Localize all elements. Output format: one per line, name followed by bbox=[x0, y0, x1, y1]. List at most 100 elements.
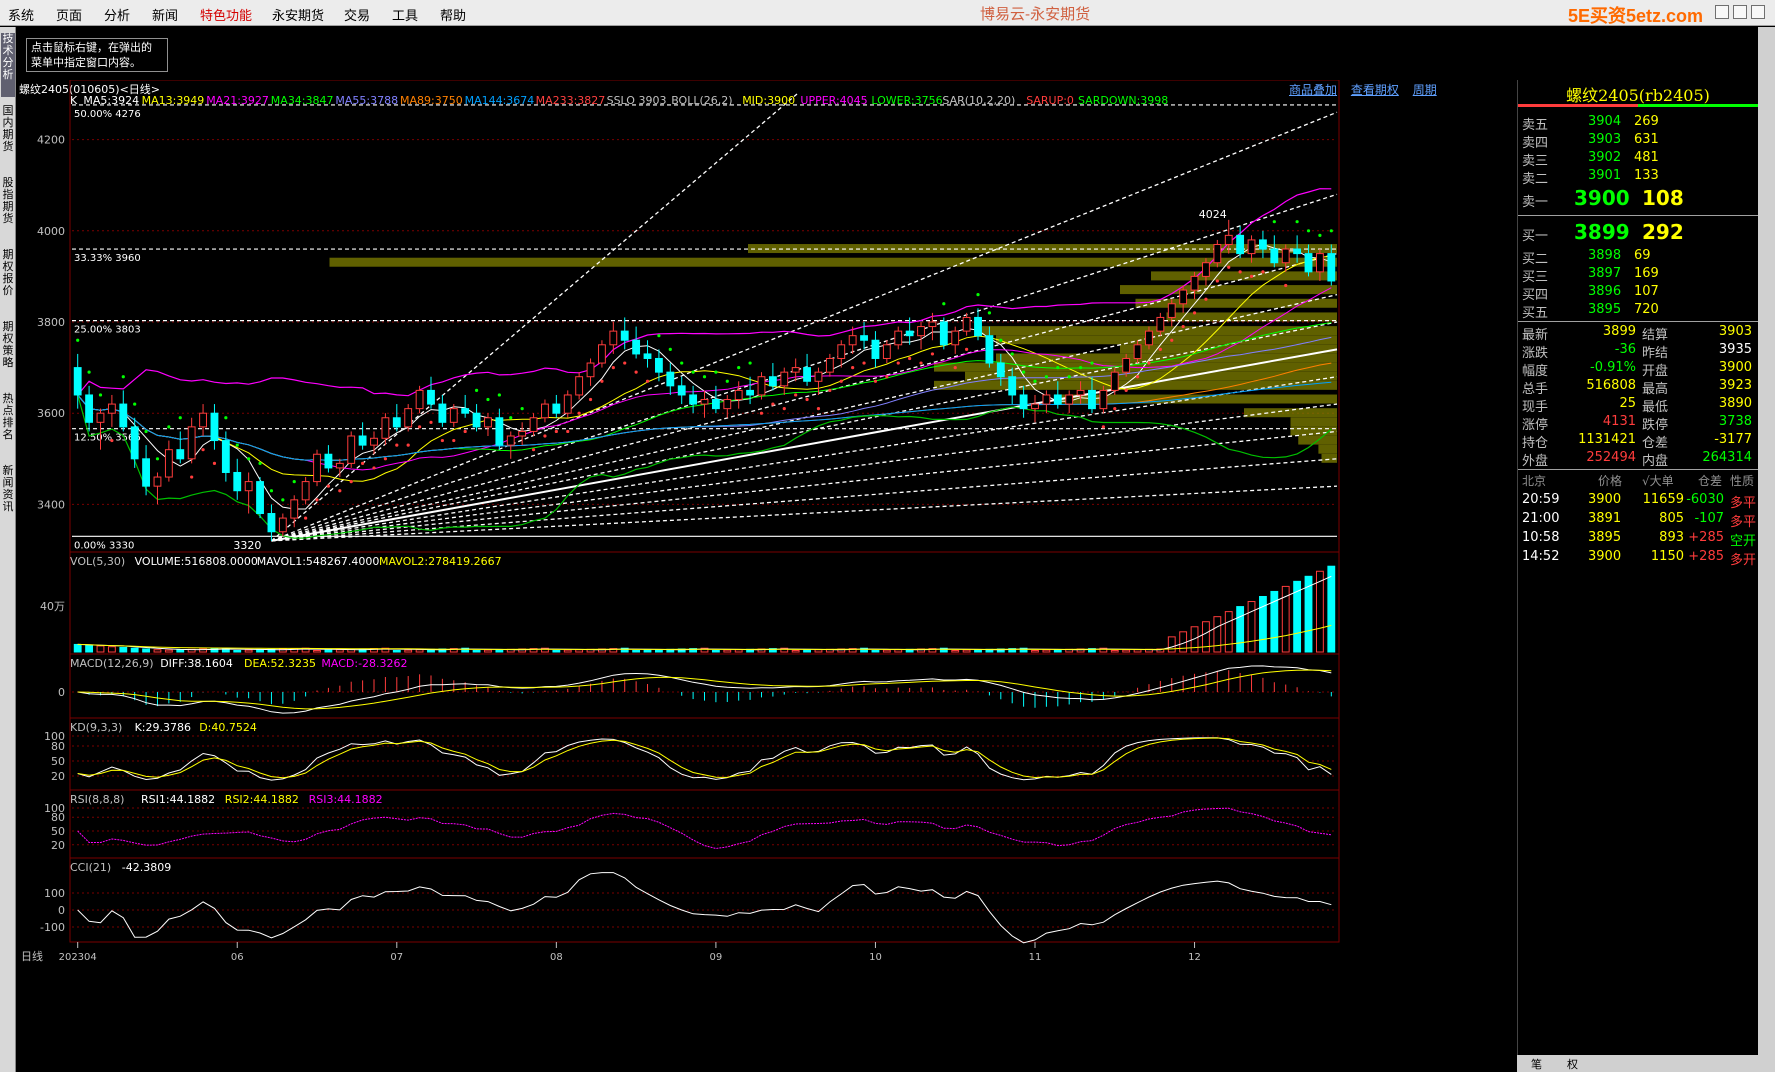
candle-body[interactable] bbox=[415, 389, 424, 410]
candle-body[interactable] bbox=[586, 362, 595, 378]
candle-body[interactable] bbox=[347, 435, 356, 464]
candle-body[interactable] bbox=[506, 435, 515, 446]
candle-body[interactable] bbox=[1224, 234, 1233, 245]
candle-body[interactable] bbox=[1247, 239, 1256, 255]
left-tab-1[interactable]: 国内期货 bbox=[1, 105, 15, 169]
candle-body[interactable] bbox=[757, 376, 766, 396]
candle-body[interactable] bbox=[256, 481, 264, 515]
maximize-icon[interactable] bbox=[1733, 5, 1747, 19]
candle-body[interactable] bbox=[643, 353, 652, 359]
menu-news[interactable]: 新闻 bbox=[152, 5, 178, 24]
candle-body[interactable] bbox=[1122, 357, 1131, 373]
candle-body[interactable] bbox=[210, 412, 219, 442]
candle-body[interactable] bbox=[324, 453, 333, 469]
candle-body[interactable] bbox=[1008, 376, 1017, 396]
candle-body[interactable] bbox=[1293, 248, 1302, 255]
left-tab-3[interactable]: 期权报价 bbox=[1, 249, 15, 313]
candle-body[interactable] bbox=[1053, 394, 1062, 405]
candle-body[interactable] bbox=[221, 440, 230, 473]
tab-ticks[interactable]: 笔 bbox=[1531, 1056, 1542, 1072]
candle-body[interactable] bbox=[541, 403, 549, 419]
candle-body[interactable] bbox=[723, 399, 732, 410]
candle-body[interactable] bbox=[814, 371, 823, 382]
menu-analysis[interactable]: 分析 bbox=[104, 5, 130, 24]
candle-body[interactable] bbox=[734, 389, 743, 401]
candle-body[interactable] bbox=[1315, 253, 1324, 273]
minimize-icon[interactable] bbox=[1715, 5, 1729, 19]
candle-body[interactable] bbox=[1019, 394, 1028, 410]
candle-body[interactable] bbox=[882, 344, 891, 359]
kline-chart[interactable]: 4200 4000 3800 3600 3400 50.00% 4276 33.33% 39… bbox=[17, 80, 1517, 1072]
candle-body[interactable] bbox=[1031, 403, 1039, 410]
candle-body[interactable] bbox=[370, 437, 378, 446]
candle-body[interactable] bbox=[1213, 243, 1222, 264]
candle-body[interactable] bbox=[860, 335, 868, 341]
candle-body[interactable] bbox=[484, 417, 492, 428]
candle-body[interactable] bbox=[1270, 248, 1279, 264]
candle-body[interactable] bbox=[575, 376, 584, 396]
candle-body[interactable] bbox=[1167, 303, 1176, 318]
menu-help[interactable]: 帮助 bbox=[440, 5, 466, 24]
candle-body[interactable] bbox=[518, 430, 527, 437]
candle-body[interactable] bbox=[711, 399, 720, 410]
candle-body[interactable] bbox=[905, 330, 914, 337]
vertical-scrollbar[interactable] bbox=[1758, 27, 1775, 1072]
candle-body[interactable] bbox=[848, 335, 857, 346]
candle-body[interactable] bbox=[73, 367, 82, 396]
candle-body[interactable] bbox=[609, 330, 618, 346]
candle-body[interactable] bbox=[825, 357, 834, 373]
close-icon[interactable] bbox=[1751, 5, 1765, 19]
candle-body[interactable] bbox=[1076, 389, 1085, 396]
candle-body[interactable] bbox=[164, 449, 173, 478]
candle-body[interactable] bbox=[392, 417, 401, 428]
menu-tools[interactable]: 工具 bbox=[392, 5, 418, 24]
candle-body[interactable] bbox=[780, 371, 789, 387]
menu-yongan[interactable]: 永安期货 bbox=[272, 5, 324, 24]
candle-body[interactable] bbox=[632, 339, 641, 355]
candle-body[interactable] bbox=[974, 316, 982, 337]
candle-body[interactable] bbox=[1190, 275, 1199, 291]
candle-body[interactable] bbox=[1099, 389, 1108, 410]
candle-body[interactable] bbox=[996, 362, 1005, 378]
candle-body[interactable] bbox=[666, 371, 675, 387]
candle-body[interactable] bbox=[313, 453, 321, 483]
chart-area[interactable]: 螺纹2405(010605)<日线> 商品叠加 查看期权 周期 4200 4000… bbox=[17, 80, 1517, 1072]
candle-body[interactable] bbox=[1145, 330, 1153, 346]
candle-body[interactable] bbox=[917, 326, 925, 337]
candle-body[interactable] bbox=[495, 417, 504, 446]
candle-body[interactable] bbox=[153, 476, 162, 487]
menu-features[interactable]: 特色功能 bbox=[200, 5, 252, 24]
candle-body[interactable] bbox=[187, 426, 196, 460]
candle-body[interactable] bbox=[404, 408, 413, 428]
candle-body[interactable] bbox=[199, 412, 207, 428]
candle-body[interactable] bbox=[301, 481, 310, 501]
left-tab-4[interactable]: 期权策略 bbox=[1, 321, 15, 385]
candle-body[interactable] bbox=[871, 339, 880, 359]
candle-body[interactable] bbox=[142, 458, 150, 487]
candle-body[interactable] bbox=[837, 344, 846, 359]
menu-system[interactable]: 系统 bbox=[8, 5, 34, 24]
candle-body[interactable] bbox=[768, 376, 777, 387]
candle-body[interactable] bbox=[1304, 253, 1313, 273]
candle-body[interactable] bbox=[894, 330, 903, 346]
candle-body[interactable] bbox=[529, 417, 538, 432]
candle-body[interactable] bbox=[1236, 234, 1245, 255]
candle-body[interactable] bbox=[335, 462, 344, 469]
candle-body[interactable] bbox=[85, 394, 94, 423]
candle-body[interactable] bbox=[107, 403, 116, 414]
candle-body[interactable] bbox=[1281, 248, 1290, 264]
candle-body[interactable] bbox=[563, 394, 572, 414]
candle-body[interactable] bbox=[449, 408, 458, 423]
candle-body[interactable] bbox=[1042, 394, 1051, 405]
candle-body[interactable] bbox=[598, 344, 606, 364]
candle-body[interactable] bbox=[461, 408, 470, 414]
candle-body[interactable] bbox=[654, 357, 663, 373]
candle-body[interactable] bbox=[278, 517, 287, 533]
candle-body[interactable] bbox=[803, 367, 811, 382]
candle-body[interactable] bbox=[96, 412, 105, 423]
tab-rights[interactable]: 权 bbox=[1567, 1056, 1578, 1072]
candle-body[interactable] bbox=[244, 481, 253, 492]
candle-body[interactable] bbox=[552, 403, 561, 414]
candle-body[interactable] bbox=[951, 330, 960, 346]
left-tab-6[interactable]: 新闻资讯 bbox=[1, 465, 15, 529]
